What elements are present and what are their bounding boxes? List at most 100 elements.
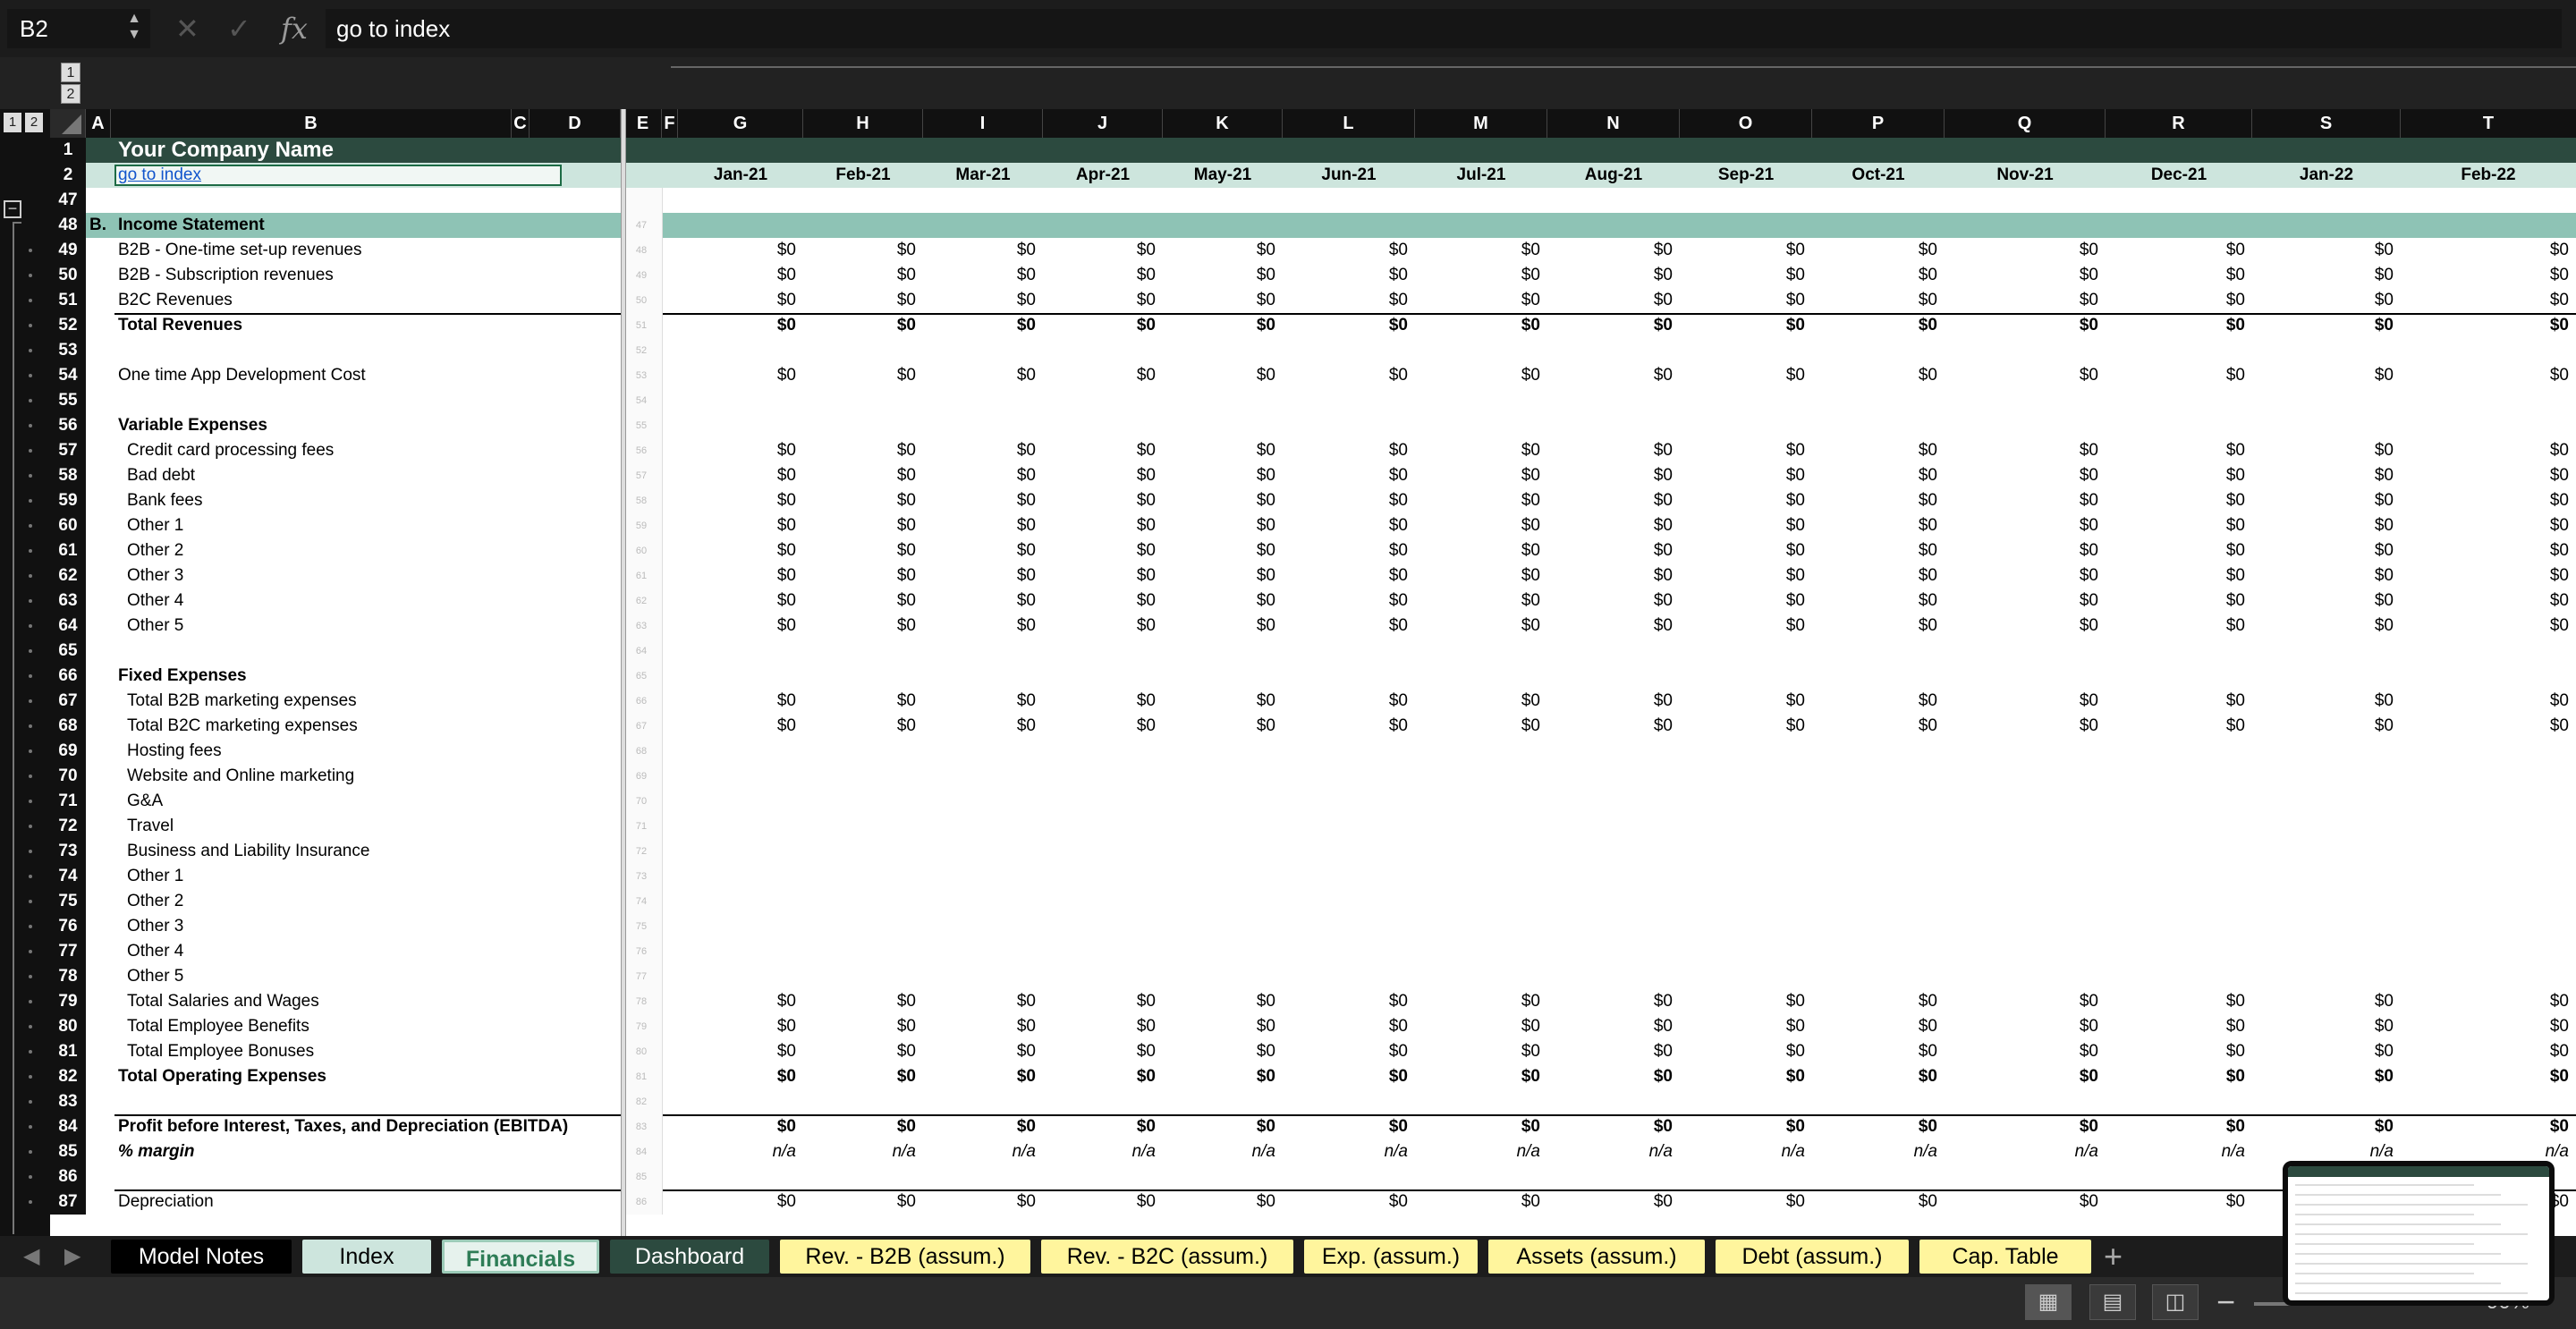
value-cell[interactable]: $0 xyxy=(1415,989,1540,1014)
month-header[interactable]: Nov-21 xyxy=(1945,163,2106,188)
value-cell[interactable]: n/a xyxy=(1547,1139,1673,1164)
value-cell[interactable]: $0 xyxy=(923,463,1036,488)
value-cell[interactable]: $0 xyxy=(1547,588,1673,614)
value-cell[interactable]: $0 xyxy=(1945,538,2098,563)
value-cell[interactable]: $0 xyxy=(1547,538,1673,563)
column-header-o[interactable]: O xyxy=(1680,109,1812,138)
value-cell[interactable]: $0 xyxy=(1547,238,1673,263)
value-cell[interactable]: n/a xyxy=(678,1139,796,1164)
value-cell[interactable]: $0 xyxy=(1680,488,1805,513)
value-cell[interactable]: $0 xyxy=(1945,1114,2098,1139)
row-number[interactable]: 79 xyxy=(50,989,86,1014)
value-cell[interactable]: $0 xyxy=(803,438,916,463)
row-label[interactable]: Total Revenues xyxy=(118,313,242,338)
value-cell[interactable]: $0 xyxy=(1812,588,1937,614)
value-cell[interactable]: $0 xyxy=(2252,438,2394,463)
value-cell[interactable]: $0 xyxy=(2401,538,2569,563)
value-cell[interactable]: $0 xyxy=(1043,588,1156,614)
row-number[interactable]: 77 xyxy=(50,939,86,964)
value-cell[interactable]: $0 xyxy=(2401,1114,2569,1139)
value-cell[interactable]: $0 xyxy=(1945,313,2098,338)
value-cell[interactable]: $0 xyxy=(803,989,916,1014)
row-number[interactable]: 56 xyxy=(50,413,86,438)
row-number[interactable]: 86 xyxy=(50,1164,86,1189)
value-cell[interactable]: $0 xyxy=(923,714,1036,739)
value-cell[interactable]: $0 xyxy=(1680,1114,1805,1139)
value-cell[interactable]: $0 xyxy=(2106,563,2245,588)
value-cell[interactable]: $0 xyxy=(1812,538,1937,563)
value-cell[interactable]: $0 xyxy=(2252,714,2394,739)
value-cell[interactable]: $0 xyxy=(1812,614,1937,639)
value-cell[interactable]: $0 xyxy=(923,313,1036,338)
value-cell[interactable]: $0 xyxy=(1680,614,1805,639)
row-label[interactable]: B2B - One-time set-up revenues xyxy=(118,238,361,263)
value-cell[interactable]: $0 xyxy=(2252,463,2394,488)
value-cell[interactable]: $0 xyxy=(1283,1064,1408,1089)
value-cell[interactable]: $0 xyxy=(2106,513,2245,538)
value-cell[interactable]: $0 xyxy=(1680,363,1805,388)
value-cell[interactable]: $0 xyxy=(1043,989,1156,1014)
value-cell[interactable]: $0 xyxy=(803,1064,916,1089)
value-cell[interactable]: $0 xyxy=(1283,288,1408,313)
value-cell[interactable]: $0 xyxy=(2401,513,2569,538)
value-cell[interactable]: $0 xyxy=(1283,513,1408,538)
value-cell[interactable]: $0 xyxy=(1043,513,1156,538)
value-cell[interactable]: $0 xyxy=(1415,263,1540,288)
value-cell[interactable]: $0 xyxy=(678,513,796,538)
value-cell[interactable]: $0 xyxy=(803,238,916,263)
value-cell[interactable]: $0 xyxy=(1945,563,2098,588)
value-cell[interactable]: $0 xyxy=(1043,1114,1156,1139)
sheet-tab[interactable]: Exp. (assum.) xyxy=(1304,1240,1478,1274)
value-cell[interactable]: $0 xyxy=(1945,363,2098,388)
value-cell[interactable]: n/a xyxy=(923,1139,1036,1164)
value-cell[interactable]: $0 xyxy=(2106,689,2245,714)
value-cell[interactable]: $0 xyxy=(1812,1064,1937,1089)
month-header[interactable]: Sep-21 xyxy=(1680,163,1812,188)
value-cell[interactable]: $0 xyxy=(1163,1189,1275,1215)
column-header-n[interactable]: N xyxy=(1547,109,1680,138)
column-header-b[interactable]: B xyxy=(111,109,512,138)
value-cell[interactable]: $0 xyxy=(2106,363,2245,388)
value-cell[interactable]: $0 xyxy=(1043,1189,1156,1215)
value-cell[interactable]: $0 xyxy=(1945,1014,2098,1039)
row-number[interactable]: 52 xyxy=(50,313,86,338)
month-header[interactable]: Jan-22 xyxy=(2252,163,2401,188)
value-cell[interactable]: $0 xyxy=(1680,588,1805,614)
value-cell[interactable]: $0 xyxy=(1945,714,2098,739)
month-header[interactable]: Dec-21 xyxy=(2106,163,2252,188)
row-number[interactable]: 81 xyxy=(50,1039,86,1064)
row-label[interactable]: Total Employee Benefits xyxy=(127,1014,309,1039)
value-cell[interactable]: $0 xyxy=(1163,588,1275,614)
row-label[interactable]: Variable Expenses xyxy=(118,413,267,438)
value-cell[interactable]: $0 xyxy=(803,288,916,313)
value-cell[interactable]: $0 xyxy=(803,1114,916,1139)
page-layout-view-icon[interactable]: ▤ xyxy=(2089,1284,2136,1320)
value-cell[interactable]: $0 xyxy=(678,438,796,463)
value-cell[interactable]: $0 xyxy=(1812,1114,1937,1139)
function-icon[interactable]: fx xyxy=(281,11,308,47)
value-cell[interactable]: $0 xyxy=(2252,263,2394,288)
value-cell[interactable]: $0 xyxy=(923,513,1036,538)
value-cell[interactable]: $0 xyxy=(1163,989,1275,1014)
value-cell[interactable]: $0 xyxy=(2401,1064,2569,1089)
value-cell[interactable]: $0 xyxy=(1163,1114,1275,1139)
value-cell[interactable]: $0 xyxy=(803,313,916,338)
value-cell[interactable]: $0 xyxy=(1547,263,1673,288)
value-cell[interactable]: $0 xyxy=(1547,563,1673,588)
value-cell[interactable]: $0 xyxy=(1043,263,1156,288)
value-cell[interactable]: $0 xyxy=(923,563,1036,588)
value-cell[interactable]: n/a xyxy=(1043,1139,1156,1164)
go-to-index-link[interactable]: go to index xyxy=(118,163,201,188)
row-label[interactable]: Other 2 xyxy=(127,889,183,914)
row-label[interactable]: Profit before Interest, Taxes, and Depre… xyxy=(118,1114,568,1139)
row-number[interactable]: 59 xyxy=(50,488,86,513)
row-number[interactable]: 66 xyxy=(50,664,86,689)
value-cell[interactable]: $0 xyxy=(1415,1039,1540,1064)
value-cell[interactable]: $0 xyxy=(1812,363,1937,388)
value-cell[interactable]: $0 xyxy=(1283,563,1408,588)
value-cell[interactable]: $0 xyxy=(1547,488,1673,513)
row-number[interactable]: 57 xyxy=(50,438,86,463)
value-cell[interactable]: $0 xyxy=(1680,1189,1805,1215)
value-cell[interactable]: $0 xyxy=(923,538,1036,563)
value-cell[interactable]: $0 xyxy=(1415,614,1540,639)
